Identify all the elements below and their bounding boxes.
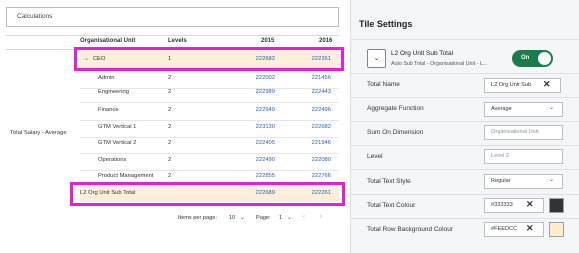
panel-title: Tile Settings bbox=[359, 19, 413, 29]
row-level: 2 bbox=[168, 173, 172, 179]
row-value-2016[interactable]: 222261 bbox=[285, 50, 331, 68]
total-name-label: Total Name bbox=[367, 81, 400, 88]
col-header-levels[interactable]: Levels bbox=[168, 38, 187, 44]
total-row-background-colour-label: Total Row Background Colour bbox=[367, 226, 453, 233]
col-header-2016[interactable]: 2016 bbox=[319, 38, 332, 44]
total-text-colour-input[interactable]: #333333 bbox=[484, 198, 544, 213]
close-icon[interactable]: ✕ bbox=[526, 198, 534, 211]
section-subtitle: Auto Sub Total - Organisational Unit - L… bbox=[391, 61, 488, 67]
panel-divider bbox=[351, 39, 579, 40]
total-text-colour-label: Total Text Colour bbox=[367, 202, 416, 209]
total-row-background-colour-input[interactable]: #FEEDCC bbox=[484, 222, 544, 237]
toggle-knob bbox=[538, 52, 551, 65]
row-name: Product Management bbox=[98, 173, 154, 179]
chevron-down-icon[interactable]: ⌄ bbox=[84, 50, 89, 68]
row-value-2015[interactable]: 222682 bbox=[230, 50, 275, 68]
table-row-ceo[interactable]: ⌄ CEO 1 222682 222261 bbox=[80, 50, 339, 68]
sum-on-dimension-label: Sum On Dimension bbox=[367, 129, 424, 136]
subtotal-value-2015[interactable]: 222689 bbox=[230, 185, 275, 202]
sum-on-dimension-field[interactable]: Organisational Unit bbox=[484, 125, 563, 140]
subtotal-row[interactable]: L2 Org Unit Sub Total 222689 222261 bbox=[80, 185, 339, 202]
tile-settings-panel: Tile Settings ⌄ L2 Org Unit Sub Total Au… bbox=[350, 0, 579, 253]
enable-toggle[interactable]: On bbox=[512, 50, 553, 67]
items-per-page-label: Items per page: bbox=[178, 215, 217, 221]
panel-divider bbox=[351, 97, 579, 98]
total-text-style-label: Total Text Style bbox=[367, 178, 411, 185]
panel-divider bbox=[351, 169, 579, 170]
row-background-colour-swatch[interactable] bbox=[549, 222, 564, 237]
chevron-down-icon[interactable]: ⌄ bbox=[549, 176, 554, 183]
level-field[interactable]: Level 2 bbox=[484, 149, 563, 164]
row-level: 1 bbox=[168, 56, 172, 62]
items-per-page-select[interactable]: 10 bbox=[229, 215, 235, 221]
subtotal-value-2016[interactable]: 222261 bbox=[285, 185, 331, 202]
chevron-down-icon[interactable]: ⌄ bbox=[287, 214, 292, 221]
close-icon[interactable]: ✕ bbox=[543, 78, 551, 91]
panel-divider bbox=[351, 121, 579, 122]
header-divider bbox=[6, 35, 339, 36]
col-header-2015[interactable]: 2015 bbox=[261, 38, 274, 44]
chevron-down-icon[interactable]: ⌄ bbox=[240, 214, 245, 221]
chevron-left-icon[interactable]: ‹ bbox=[303, 214, 305, 220]
chevron-down-icon: ⌄ bbox=[373, 55, 380, 62]
level-label: Level bbox=[367, 153, 383, 160]
page-select[interactable]: 1 bbox=[279, 215, 282, 221]
text-colour-swatch[interactable] bbox=[549, 198, 564, 213]
close-icon[interactable]: ✕ bbox=[526, 222, 534, 235]
collapse-button[interactable]: ⌄ bbox=[367, 49, 386, 68]
chevron-right-icon[interactable]: › bbox=[320, 214, 322, 220]
row-name: ⌄ CEO bbox=[84, 50, 105, 68]
section-title: L2 Org Unit Sub Total bbox=[391, 50, 454, 57]
toggle-label: On bbox=[521, 55, 530, 61]
row-value-2016[interactable]: 222766 bbox=[285, 166, 331, 187]
panel-divider bbox=[351, 194, 579, 195]
aggregate-function-label: Aggregate Function bbox=[367, 105, 424, 112]
calculations-bar[interactable]: Calculations bbox=[6, 7, 339, 27]
panel-divider bbox=[351, 73, 579, 74]
table-row[interactable]: Product Management 2 222855 222766 bbox=[80, 166, 339, 187]
panel-divider bbox=[351, 145, 579, 146]
subtotal-name: L2 Org Unit Sub Total bbox=[80, 190, 136, 196]
page-label: Page: bbox=[256, 215, 271, 221]
col-header-unit[interactable]: Organisational Unit bbox=[80, 38, 135, 44]
calculations-label: Calculations bbox=[17, 13, 53, 20]
pivot-row-label: Total Salary - Average bbox=[10, 130, 67, 136]
row-value-2015[interactable]: 222855 bbox=[230, 166, 275, 187]
chevron-down-icon[interactable]: ⌄ bbox=[549, 104, 554, 111]
panel-divider bbox=[351, 218, 579, 219]
row-name-text: CEO bbox=[92, 56, 106, 62]
